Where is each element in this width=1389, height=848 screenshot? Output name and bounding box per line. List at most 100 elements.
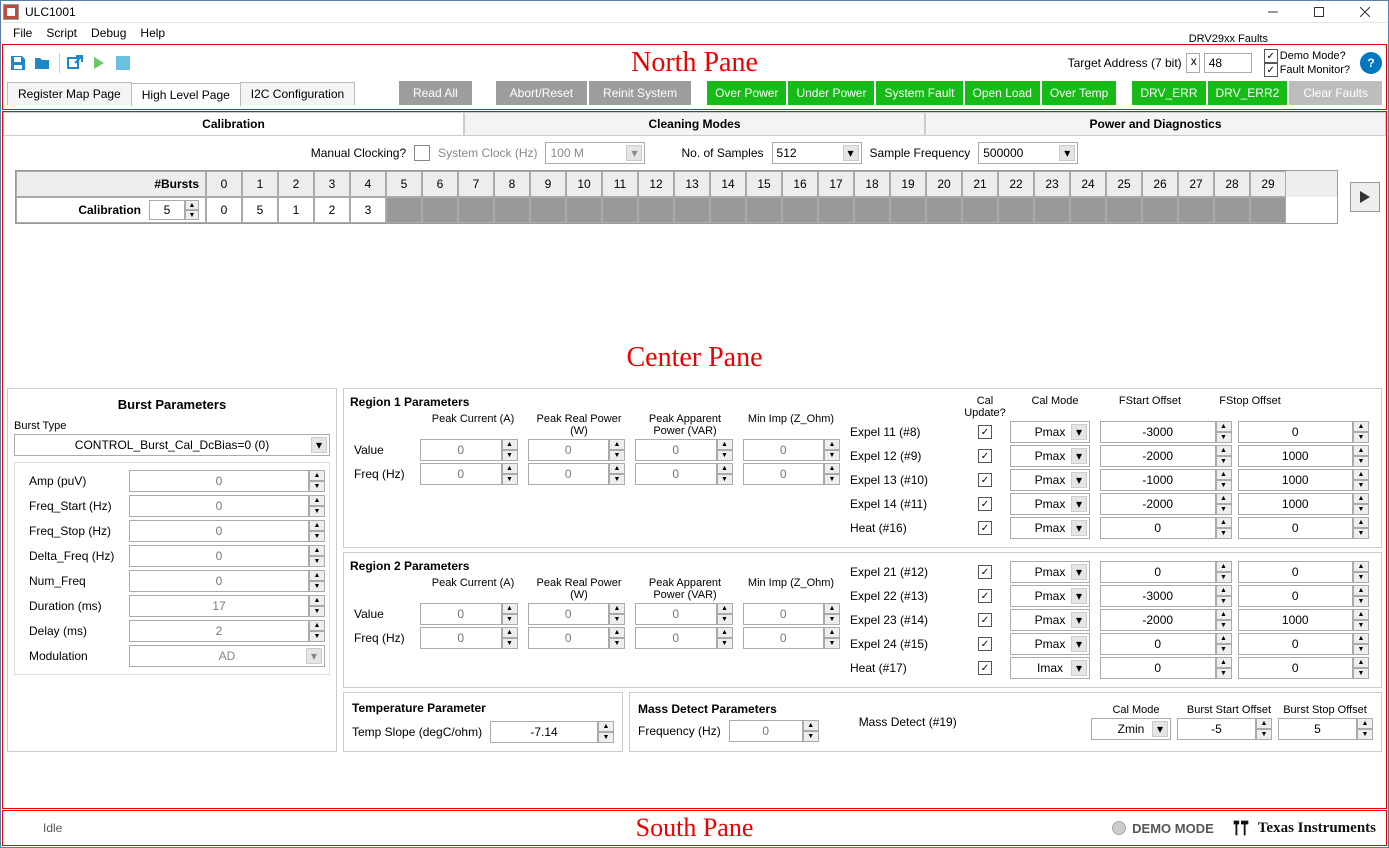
popout-icon[interactable]	[64, 52, 86, 74]
r2-value-0[interactable]: 0▲▼	[420, 603, 518, 625]
fault-drv-err[interactable]: DRV_ERR	[1132, 81, 1205, 105]
fstart-offset-input[interactable]: -2000▲▼	[1100, 609, 1232, 631]
amp-input[interactable]: 0▲▼	[129, 470, 325, 492]
fstart-offset-input[interactable]: -3000▲▼	[1100, 585, 1232, 607]
r1-value-2[interactable]: 0▲▼	[635, 439, 733, 461]
r1-freq-2[interactable]: 0▲▼	[635, 463, 733, 485]
fault-over-temp[interactable]: Over Temp	[1042, 81, 1116, 105]
clear-faults-button[interactable]: Clear Faults	[1289, 81, 1382, 105]
fault-open-load[interactable]: Open Load	[965, 81, 1040, 105]
fstart-offset-input[interactable]: -2000▲▼	[1100, 445, 1232, 467]
read-all-button[interactable]: Read All	[399, 81, 472, 105]
fstop-offset-input[interactable]: 0▲▼	[1238, 421, 1370, 443]
r2-value-3[interactable]: 0▲▼	[743, 603, 841, 625]
play-icon[interactable]	[88, 52, 110, 74]
burst-cell[interactable]: 1	[278, 197, 314, 223]
fstop-offset-input[interactable]: 0▲▼	[1238, 633, 1370, 655]
burst-type-select[interactable]: CONTROL_Burst_Cal_DcBias=0 (0)▾	[14, 434, 330, 456]
subtab-calibration[interactable]: Calibration	[3, 112, 464, 135]
cal-update-checkbox[interactable]: ✓	[978, 497, 992, 511]
tab-register-map[interactable]: Register Map Page	[7, 82, 132, 105]
fault-over-power[interactable]: Over Power	[707, 81, 786, 105]
r1-value-0[interactable]: 0▲▼	[420, 439, 518, 461]
reinit-system-button[interactable]: Reinit System	[589, 81, 691, 105]
r1-value-1[interactable]: 0▲▼	[528, 439, 626, 461]
cal-mode-select[interactable]: Pmax▾	[1010, 561, 1090, 583]
manual-clocking-checkbox[interactable]	[414, 145, 430, 161]
fault-under-power[interactable]: Under Power	[788, 81, 874, 105]
help-icon[interactable]: ?	[1360, 52, 1382, 74]
cal-mode-select[interactable]: Pmax▾	[1010, 633, 1090, 655]
menu-script[interactable]: Script	[40, 25, 83, 41]
r1-freq-0[interactable]: 0▲▼	[420, 463, 518, 485]
r1-freq-3[interactable]: 0▲▼	[743, 463, 841, 485]
delta-freq-input[interactable]: 0▲▼	[129, 545, 325, 567]
fstart-offset-input[interactable]: 0▲▼	[1100, 657, 1232, 679]
demo-mode-checkbox[interactable]: ✓Demo Mode?	[1264, 49, 1350, 63]
mass-cal-mode-select[interactable]: Zmin▾	[1091, 718, 1171, 740]
r2-freq-1[interactable]: 0▲▼	[528, 627, 626, 649]
fstop-offset-input[interactable]: 0▲▼	[1238, 561, 1370, 583]
cal-mode-select[interactable]: Pmax▾	[1010, 493, 1090, 515]
subtab-power-diagnostics[interactable]: Power and Diagnostics	[925, 112, 1386, 135]
menu-file[interactable]: File	[7, 25, 38, 41]
r2-freq-2[interactable]: 0▲▼	[635, 627, 733, 649]
open-icon[interactable]	[31, 52, 53, 74]
cal-mode-select[interactable]: Pmax▾	[1010, 517, 1090, 539]
r2-value-1[interactable]: 0▲▼	[528, 603, 626, 625]
r1-value-3[interactable]: 0▲▼	[743, 439, 841, 461]
menu-help[interactable]: Help	[134, 25, 171, 41]
fstart-offset-input[interactable]: -3000▲▼	[1100, 421, 1232, 443]
fstop-offset-input[interactable]: 1000▲▼	[1238, 609, 1370, 631]
fstart-offset-input[interactable]: -1000▲▼	[1100, 469, 1232, 491]
fstart-offset-input[interactable]: 0▲▼	[1100, 561, 1232, 583]
fstop-offset-input[interactable]: 1000▲▼	[1238, 493, 1370, 515]
menu-debug[interactable]: Debug	[85, 25, 132, 41]
fault-drv-err2[interactable]: DRV_ERR2	[1208, 81, 1288, 105]
cal-mode-select[interactable]: Pmax▾	[1010, 421, 1090, 443]
burst-cell[interactable]: 5	[242, 197, 278, 223]
num-freq-input[interactable]: 0▲▼	[129, 570, 325, 592]
cal-mode-select[interactable]: Pmax▾	[1010, 445, 1090, 467]
mass-freq-input[interactable]: 0▲▼	[729, 720, 819, 742]
cal-mode-select[interactable]: Pmax▾	[1010, 469, 1090, 491]
modulation-select[interactable]: AD▾	[129, 645, 325, 667]
burst-cell[interactable]: 0	[206, 197, 242, 223]
fault-system-fault[interactable]: System Fault	[876, 81, 962, 105]
fstart-offset-input[interactable]: 0▲▼	[1100, 517, 1232, 539]
stop-icon[interactable]	[112, 52, 134, 74]
fstop-offset-input[interactable]: 0▲▼	[1238, 657, 1370, 679]
temp-slope-input[interactable]: -7.14▲▼	[490, 721, 614, 743]
burst-cell[interactable]: 2	[314, 197, 350, 223]
r1-freq-1[interactable]: 0▲▼	[528, 463, 626, 485]
cal-update-checkbox[interactable]: ✓	[978, 613, 992, 627]
freq-start-input[interactable]: 0▲▼	[129, 495, 325, 517]
fault-monitor-checkbox[interactable]: ✓Fault Monitor?	[1264, 63, 1350, 77]
save-icon[interactable]	[7, 52, 29, 74]
cal-update-checkbox[interactable]: ✓	[978, 637, 992, 651]
cal-update-checkbox[interactable]: ✓	[978, 661, 992, 675]
cal-mode-select[interactable]: Imax▾	[1010, 657, 1090, 679]
maximize-button[interactable]	[1296, 1, 1342, 23]
burst-cell[interactable]: 3	[350, 197, 386, 223]
cal-mode-select[interactable]: Pmax▾	[1010, 609, 1090, 631]
no-samples-select[interactable]: 512▾	[772, 142, 862, 164]
r2-value-2[interactable]: 0▲▼	[635, 603, 733, 625]
mass-stop-offset-input[interactable]: 5▲▼	[1278, 718, 1373, 740]
duration-input[interactable]: 17▲▼	[129, 595, 325, 617]
tab-i2c-config[interactable]: I2C Configuration	[240, 82, 355, 105]
minimize-button[interactable]	[1250, 1, 1296, 23]
abort-reset-button[interactable]: Abort/Reset	[496, 81, 587, 105]
r2-freq-0[interactable]: 0▲▼	[420, 627, 518, 649]
subtab-cleaning-modes[interactable]: Cleaning Modes	[464, 112, 925, 135]
cal-update-checkbox[interactable]: ✓	[978, 521, 992, 535]
r2-freq-3[interactable]: 0▲▼	[743, 627, 841, 649]
fstart-offset-input[interactable]: 0▲▼	[1100, 633, 1232, 655]
freq-stop-input[interactable]: 0▲▼	[129, 520, 325, 542]
mass-start-offset-input[interactable]: -5▲▼	[1177, 718, 1272, 740]
close-button[interactable]	[1342, 1, 1388, 23]
system-clock-select[interactable]: 100 M▾	[545, 142, 645, 164]
cal-update-checkbox[interactable]: ✓	[978, 565, 992, 579]
cal-update-checkbox[interactable]: ✓	[978, 589, 992, 603]
cal-update-checkbox[interactable]: ✓	[978, 473, 992, 487]
